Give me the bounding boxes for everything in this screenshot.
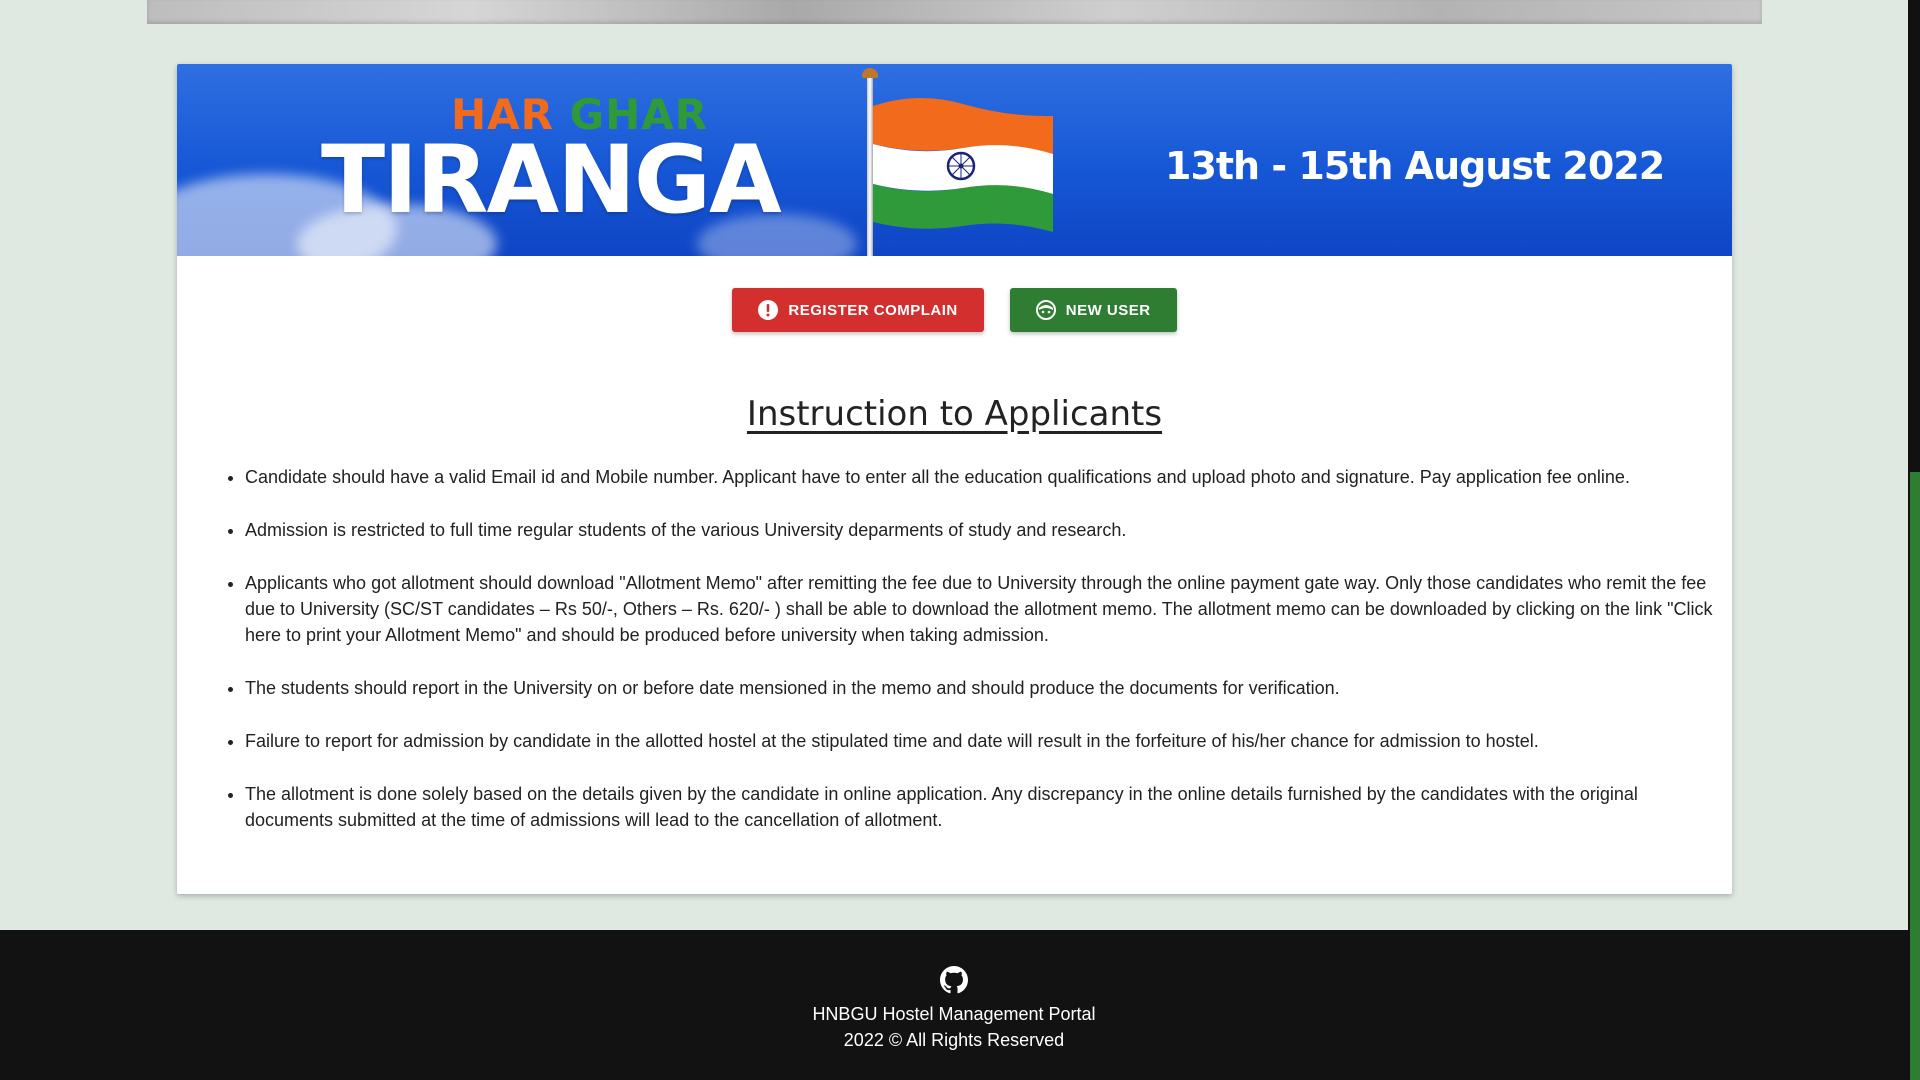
page-scrollbar[interactable] [1908,0,1920,1080]
new-user-label: NEW USER [1065,301,1151,319]
action-buttons: REGISTER COMPLAIN NEW USER [177,288,1732,332]
indian-flag-icon [873,97,1053,232]
list-item: The students should report in the Univer… [245,675,1730,701]
page-footer: HNBGU Hostel Management Portal 2022 © Al… [0,930,1908,1080]
register-complain-button[interactable]: REGISTER COMPLAIN [732,288,984,332]
list-item: Admission is restricted to full time reg… [245,517,1730,543]
list-item: The allotment is done solely based on th… [245,781,1730,833]
scrollbar-thumb[interactable] [1910,472,1920,1080]
list-item: Failure to report for admission by candi… [245,728,1730,754]
list-item: Candidate should have a valid Email id a… [245,464,1730,490]
user-face-icon [1035,300,1056,320]
list-item: Applicants who got allotment should down… [245,570,1730,648]
footer-portal-name: HNBGU Hostel Management Portal [812,1004,1096,1024]
new-user-button[interactable]: NEW USER [1009,288,1177,332]
footer-copyright: 2022 © All Rights Reserved [843,1030,1065,1050]
instructions-list: Candidate should have a valid Email id a… [211,464,1730,860]
register-complain-label: REGISTER COMPLAIN [788,301,958,319]
instructions-title: Instruction to Applicants [746,394,1163,434]
top-background-image [147,0,1762,24]
alert-icon [758,300,779,320]
banner-date: 13th - 15th August 2022 [1165,144,1665,188]
main-card: HAR GHAR TIRANGA 13th - 15th August 2022 [177,64,1732,894]
flag-pole-top [862,68,878,78]
github-icon[interactable] [940,966,968,994]
har-ghar-tiranga-banner: HAR GHAR TIRANGA 13th - 15th August 2022 [177,64,1732,256]
banner-title-tiranga: TIRANGA [321,126,782,235]
